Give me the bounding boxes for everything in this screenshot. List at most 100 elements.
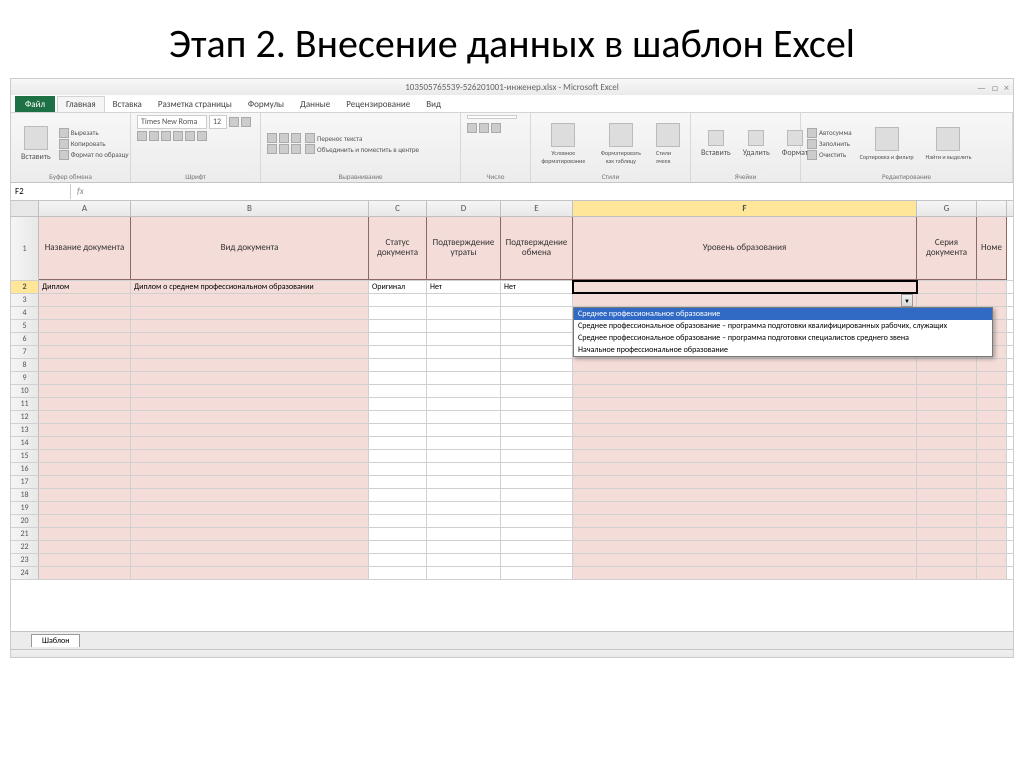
select-all-corner[interactable]	[11, 201, 39, 216]
cell[interactable]	[501, 411, 573, 423]
cell[interactable]	[39, 411, 131, 423]
border-icon[interactable]	[173, 131, 183, 141]
tab-formulas[interactable]: Формулы	[240, 96, 292, 112]
cell[interactable]: Нет	[427, 281, 501, 293]
file-tab[interactable]: Файл	[15, 96, 55, 112]
cell[interactable]	[369, 476, 427, 488]
row-header[interactable]: 10	[11, 385, 39, 397]
cell[interactable]	[427, 294, 501, 306]
cell[interactable]	[369, 359, 427, 371]
cell[interactable]	[369, 541, 427, 553]
cell[interactable]	[501, 359, 573, 371]
row-header[interactable]: 20	[11, 515, 39, 527]
cell[interactable]	[427, 346, 501, 358]
cell[interactable]	[573, 424, 917, 436]
cell[interactable]	[131, 320, 369, 332]
cell[interactable]	[917, 463, 977, 475]
cell[interactable]	[39, 346, 131, 358]
cell[interactable]	[131, 294, 369, 306]
row-header[interactable]: 21	[11, 528, 39, 540]
cell[interactable]	[917, 567, 977, 579]
cell[interactable]	[977, 294, 1007, 306]
minimize-button[interactable]: —	[977, 81, 986, 94]
cell[interactable]	[369, 346, 427, 358]
underline-icon[interactable]	[161, 131, 171, 141]
row-header[interactable]: 15	[11, 450, 39, 462]
cell[interactable]	[573, 463, 917, 475]
header-cell[interactable]: Номе	[977, 217, 1007, 280]
cell[interactable]	[573, 476, 917, 488]
cell[interactable]	[573, 372, 917, 384]
sheet-tab[interactable]: Шаблон	[31, 634, 80, 647]
cell[interactable]	[917, 489, 977, 501]
cell[interactable]	[501, 385, 573, 397]
cell[interactable]	[501, 502, 573, 514]
row-header[interactable]: 13	[11, 424, 39, 436]
italic-icon[interactable]	[149, 131, 159, 141]
row-header[interactable]: 3	[11, 294, 39, 306]
cell[interactable]	[501, 437, 573, 449]
tab-home[interactable]: Главная	[57, 96, 105, 112]
cell[interactable]	[369, 372, 427, 384]
cell[interactable]	[977, 385, 1007, 397]
cell[interactable]	[427, 385, 501, 397]
currency-icon[interactable]	[467, 123, 477, 133]
cell[interactable]	[977, 528, 1007, 540]
cell[interactable]	[501, 567, 573, 579]
row-header[interactable]: 7	[11, 346, 39, 358]
cell[interactable]	[501, 515, 573, 527]
wrap-text-button[interactable]: Перенос текста	[305, 133, 419, 143]
cell[interactable]	[369, 502, 427, 514]
cell[interactable]	[917, 502, 977, 514]
decrease-font-icon[interactable]	[241, 117, 251, 127]
formula-input[interactable]	[90, 185, 1013, 199]
cell[interactable]	[131, 541, 369, 553]
cell[interactable]	[39, 333, 131, 345]
sort-filter-button[interactable]: Сортировка и фильтр	[856, 115, 918, 172]
insert-cells-button[interactable]: Вставить	[697, 115, 735, 172]
cell[interactable]	[573, 567, 917, 579]
cell[interactable]	[977, 515, 1007, 527]
cell[interactable]	[369, 294, 427, 306]
align-top-icon[interactable]	[267, 133, 277, 143]
cell[interactable]	[369, 385, 427, 397]
col-header-C[interactable]: C	[369, 201, 427, 216]
cell[interactable]	[977, 489, 1007, 501]
cell[interactable]	[977, 502, 1007, 514]
cell[interactable]	[131, 333, 369, 345]
cell[interactable]	[573, 281, 917, 293]
fill-button[interactable]: Заполнить	[807, 139, 852, 149]
cell[interactable]	[917, 437, 977, 449]
cell[interactable]	[427, 476, 501, 488]
cell[interactable]	[369, 554, 427, 566]
cell[interactable]	[501, 463, 573, 475]
cell[interactable]	[369, 398, 427, 410]
cell[interactable]	[131, 372, 369, 384]
cell[interactable]	[131, 424, 369, 436]
cell[interactable]	[369, 489, 427, 501]
cell[interactable]	[977, 398, 1007, 410]
align-center-icon[interactable]	[279, 144, 289, 154]
cell[interactable]	[501, 372, 573, 384]
cell[interactable]	[131, 307, 369, 319]
header-cell[interactable]: Статус документа	[369, 217, 427, 280]
cell[interactable]	[573, 437, 917, 449]
name-box[interactable]: F2	[11, 184, 71, 199]
col-header-B[interactable]: B	[131, 201, 369, 216]
dropdown-item[interactable]: Среднее профессиональное образование – п…	[574, 320, 992, 332]
cell[interactable]	[917, 359, 977, 371]
fill-color-icon[interactable]	[185, 131, 195, 141]
font-color-icon[interactable]	[197, 131, 207, 141]
cell[interactable]: Оригинал	[369, 281, 427, 293]
cell[interactable]	[501, 476, 573, 488]
cell[interactable]	[427, 359, 501, 371]
delete-cells-button[interactable]: Удалить	[739, 115, 774, 172]
cell[interactable]	[501, 528, 573, 540]
row-header[interactable]: 18	[11, 489, 39, 501]
cell[interactable]: Нет	[501, 281, 573, 293]
cell[interactable]	[369, 515, 427, 527]
cell[interactable]	[977, 372, 1007, 384]
cell[interactable]	[977, 476, 1007, 488]
row-header[interactable]: 9	[11, 372, 39, 384]
dropdown-item[interactable]: Среднее профессиональное образование	[574, 308, 992, 320]
